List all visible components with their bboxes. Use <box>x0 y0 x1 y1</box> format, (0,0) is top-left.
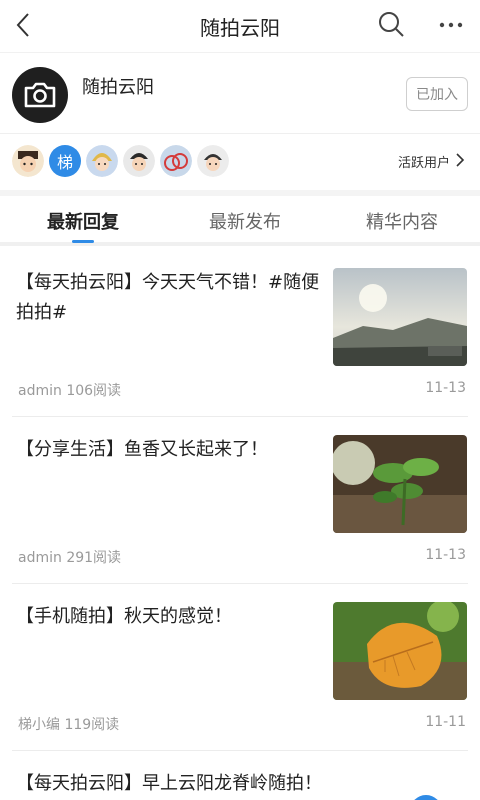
post-title[interactable]: 【每天拍云阳】今天天气不错！#随便拍拍# <box>16 268 324 328</box>
post-meta: 梯小编 119阅读 <box>18 717 120 733</box>
active-tab-indicator <box>72 240 94 243</box>
post-meta: admin 106阅读 <box>18 383 122 399</box>
post-item[interactable]: 【分享生活】鱼香又长起来了！ admin 291阅读 11-13 <box>0 417 480 584</box>
group-name: 随拍云阳 <box>82 77 154 98</box>
page-title: 随拍云阳 <box>200 16 280 40</box>
post-item[interactable]: 【手机随拍】秋天的感觉！ 梯小编 119阅读 11-11 <box>0 584 480 751</box>
group-header: 随拍云阳 已加入 <box>0 52 480 134</box>
group-avatar[interactable] <box>12 67 68 123</box>
more-options-icon[interactable] <box>436 10 466 40</box>
search-icon[interactable] <box>376 9 406 39</box>
post-date: 11-11 <box>425 714 466 730</box>
user-avatar[interactable] <box>123 145 155 177</box>
post-thumbnail[interactable] <box>333 268 467 366</box>
post-thumbnail[interactable] <box>333 435 467 533</box>
user-avatar[interactable] <box>12 145 44 177</box>
user-avatar-badge[interactable]: 梯 <box>49 145 81 177</box>
post-thumbnail[interactable] <box>333 602 467 700</box>
post-item[interactable]: 【每天拍云阳】早上云阳龙脊岭随拍！ <box>0 751 480 800</box>
post-meta: admin 291阅读 <box>18 550 122 566</box>
top-bar: 随拍云阳 <box>0 0 480 50</box>
post-date: 11-13 <box>425 380 466 396</box>
tab-latest-replies[interactable]: 最新回复 <box>3 208 163 234</box>
user-avatar[interactable] <box>160 145 192 177</box>
joined-button[interactable]: 已加入 <box>406 77 468 111</box>
floating-action-icon[interactable] <box>408 793 444 800</box>
user-avatar[interactable] <box>86 145 118 177</box>
post-title[interactable]: 【手机随拍】秋天的感觉！ <box>16 602 324 632</box>
tab-latest-posts[interactable]: 最新发布 <box>165 208 325 234</box>
camera-icon <box>24 82 56 108</box>
post-date: 11-13 <box>425 547 466 563</box>
user-avatar[interactable] <box>197 145 229 177</box>
post-item[interactable]: 【每天拍云阳】今天天气不错！#随便拍拍# admin 106阅读 11-13 <box>0 250 480 417</box>
active-users-label[interactable]: 活跃用户 <box>398 152 450 171</box>
tab-featured[interactable]: 精华内容 <box>322 208 480 234</box>
post-title[interactable]: 【每天拍云阳】早上云阳龙脊岭随拍！ <box>16 769 356 799</box>
post-title[interactable]: 【分享生活】鱼香又长起来了！ <box>16 435 324 465</box>
chevron-right-icon <box>456 153 465 167</box>
active-users-row[interactable]: 梯 活跃用户 <box>0 135 480 190</box>
tab-bar: 最新回复 最新发布 精华内容 <box>0 196 480 246</box>
